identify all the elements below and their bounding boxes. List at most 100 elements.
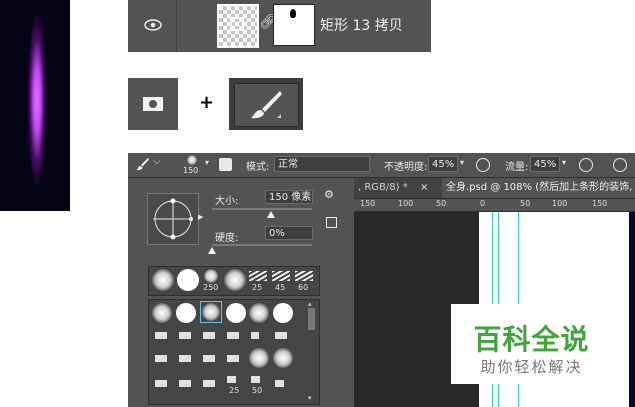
brush-tool-icon[interactable]	[136, 157, 150, 171]
brush-tip[interactable]	[227, 376, 236, 383]
visibility-toggle[interactable]	[128, 0, 177, 52]
scroll-down-icon[interactable]: ▾	[308, 394, 312, 402]
brush-tip[interactable]	[152, 303, 172, 323]
brush-tip[interactable]	[272, 271, 290, 281]
watermark-logo: 百科全说 助你轻松解决	[451, 304, 612, 384]
ruler-tick: 0	[480, 199, 486, 208]
caret-right-icon: ▶	[198, 213, 204, 221]
brush-tip[interactable]	[224, 269, 246, 291]
ruler-tick: 100	[398, 199, 414, 208]
document-tabs: , RGB/8) * × 全身.psd @ 108% (然后加上条形的装饰, 这…	[354, 178, 635, 199]
ruler-tick: 150	[592, 199, 608, 208]
layer-mask-thumbnail[interactable]	[273, 4, 315, 46]
airbrush-icon[interactable]	[579, 158, 593, 172]
brush-tip[interactable]	[249, 303, 269, 323]
brush-tip[interactable]	[179, 355, 191, 362]
brush-icon	[251, 91, 282, 119]
brush-panel-toggle-icon[interactable]	[219, 158, 232, 171]
brush-tip[interactable]	[251, 332, 259, 339]
brush-tip[interactable]	[155, 380, 167, 387]
tab-document-2[interactable]: 全身.psd @ 108% (然后加上条形的装饰, 这里用到的	[442, 178, 635, 198]
horizontal-ruler: 150 100 50 0 50 100 150	[354, 199, 635, 212]
mode-select[interactable]: 正常	[274, 156, 370, 172]
chevron-down-icon[interactable]: ▾	[562, 158, 566, 167]
brush-tip[interactable]	[249, 271, 267, 281]
pressure-opacity-icon[interactable]	[476, 158, 490, 172]
brush-size-label: 25	[229, 386, 240, 395]
tab-document-1[interactable]: , RGB/8) *	[358, 178, 408, 198]
eye-icon	[144, 19, 162, 31]
size-input[interactable]: 150 像素	[265, 190, 313, 204]
pressure-size-icon[interactable]	[613, 158, 627, 172]
flow-label: 流量:	[505, 162, 529, 173]
opacity-input[interactable]: 45%	[428, 156, 458, 172]
layer-name[interactable]: 矩形 13 拷贝	[320, 15, 403, 35]
brush-tip[interactable]	[273, 348, 293, 368]
mask-shape	[290, 9, 296, 18]
layer-row[interactable]: 🔗︎ 矩形 13 拷贝	[128, 0, 431, 52]
brush-preset-grid: ▴ ▾ 25 50	[148, 299, 320, 405]
chevron-down-icon[interactable]: ▾	[205, 158, 209, 167]
brush-tip[interactable]	[227, 355, 239, 362]
chevron-down-icon[interactable]: ⌵	[153, 156, 161, 167]
ruler-tick: 50	[436, 199, 447, 208]
canvas-edge	[629, 212, 635, 407]
brush-tip[interactable]	[295, 271, 313, 281]
brush-tip[interactable]	[203, 380, 215, 387]
new-preset-icon[interactable]	[326, 217, 337, 228]
brush-tip[interactable]	[203, 355, 215, 362]
brush-tip[interactable]	[275, 332, 287, 339]
mask-icon	[143, 97, 163, 111]
brush-tip[interactable]	[226, 303, 246, 323]
chevron-down-icon[interactable]: ▾	[460, 158, 464, 167]
hardness-input[interactable]: 0%	[265, 226, 313, 240]
flow-input[interactable]: 45%	[530, 156, 560, 172]
brush-preset-picker[interactable]: 150	[176, 154, 208, 176]
options-bar: ⌵ 150 ▾ 模式: 正常 不透明度: 45% ▾ 流量: 45% ▾	[128, 153, 635, 178]
brush-tip[interactable]	[273, 303, 293, 323]
scrollbar-thumb[interactable]	[308, 308, 315, 330]
size-slider-thumb[interactable]	[267, 211, 275, 218]
selected-brush-tip[interactable]	[200, 301, 222, 323]
opacity-label: 不透明度:	[384, 162, 428, 173]
size-slider[interactable]	[212, 208, 312, 210]
brush-size-label: 250	[203, 283, 219, 292]
mode-label: 模式:	[246, 162, 270, 173]
scroll-up-icon[interactable]: ▴	[308, 300, 312, 308]
brush-tip[interactable]	[152, 269, 174, 291]
brush-size-label: 25	[252, 283, 263, 292]
hardness-slider-thumb[interactable]	[208, 247, 216, 254]
brush-size-label: 50	[252, 386, 263, 395]
size-label: 大小:	[215, 196, 239, 207]
vector-mask-icon	[230, 17, 244, 31]
brush-tip[interactable]	[251, 376, 260, 383]
brush-tip[interactable]	[204, 269, 218, 283]
brush-tip[interactable]	[275, 380, 284, 387]
brush-tool-button[interactable]	[229, 78, 303, 130]
brush-tip[interactable]	[176, 303, 196, 323]
brush-tip[interactable]	[155, 332, 167, 339]
brush-preset-panel: ▶ 大小: 150 像素 ⚙ 硬度: 0% 250 25 45 60 ▴ ▾ 2…	[140, 178, 355, 407]
ruler-tick: 100	[552, 199, 568, 208]
brush-tip[interactable]	[179, 332, 191, 339]
hardness-slider[interactable]	[212, 244, 312, 246]
tab-close-icon[interactable]: ×	[420, 178, 428, 198]
gear-icon[interactable]: ⚙	[324, 188, 334, 201]
brush-tip[interactable]	[249, 348, 269, 368]
brush-size-label: 60	[298, 283, 309, 292]
brush-angle-icon	[153, 198, 193, 240]
add-mask-button[interactable]	[128, 78, 178, 130]
brush-tip[interactable]	[179, 380, 191, 387]
brush-tip[interactable]	[177, 269, 199, 291]
ruler-tick: 150	[360, 199, 376, 208]
tool-strip	[128, 178, 140, 407]
brush-size-readout: 150	[183, 166, 199, 175]
ruler-tick: 50	[520, 199, 531, 208]
purple-glow-image	[0, 0, 70, 211]
brush-tip[interactable]	[155, 355, 167, 362]
plus-sign: +	[199, 92, 215, 113]
hardness-label: 硬度:	[215, 233, 239, 244]
brush-tip[interactable]	[227, 332, 239, 339]
brush-angle-preview[interactable]	[147, 193, 199, 245]
brush-tip[interactable]	[203, 332, 215, 339]
